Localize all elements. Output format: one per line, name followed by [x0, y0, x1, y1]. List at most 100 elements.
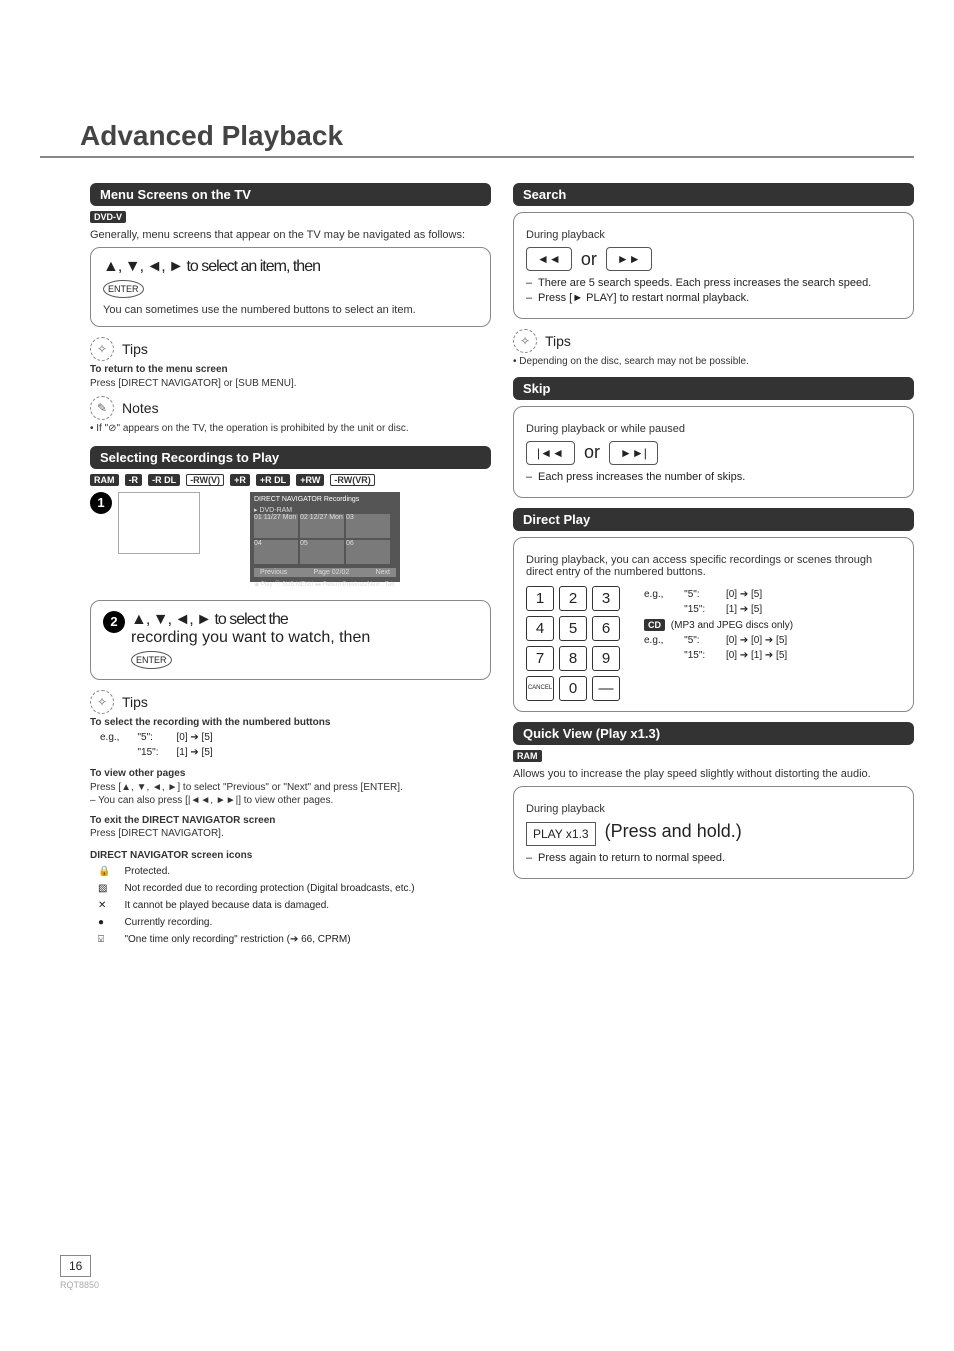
tips-icon: ✧: [90, 690, 114, 714]
menu-intro: Generally, menu screens that appear on t…: [90, 229, 491, 241]
search-line2: Press [► PLAY] to restart normal playbac…: [526, 292, 901, 304]
page-number: 16: [60, 1255, 91, 1277]
onetime-icon: ⍌: [92, 932, 116, 947]
left-column: Menu Screens on the TV DVD-V Generally, …: [90, 183, 491, 949]
rec-cell: 03: [346, 514, 390, 538]
tips-return-b: Press [DIRECT NAVIGATOR] or [SUB MENU].: [90, 377, 491, 391]
tag: -RW(VR): [330, 474, 374, 486]
tips-exit-b: Press [DIRECT NAVIGATOR].: [90, 827, 491, 841]
dvdv-chip: DVD-V: [90, 211, 126, 223]
qv-intro: Allows you to increase the play speed sl…: [513, 768, 914, 780]
qv-press-hold: (Press and hold.): [605, 821, 742, 841]
qv-line1: Press again to return to normal speed.: [526, 852, 901, 864]
qv-box: During playback PLAY x1.3 (Press and hol…: [513, 786, 914, 879]
step1-box: ▲, ▼, ◄, ► to select an item, then ENTER…: [90, 247, 491, 327]
skip-line1: Each press increases the number of skips…: [526, 471, 901, 483]
enter-icon: ENTER: [103, 280, 144, 298]
ram-chip: RAM: [513, 750, 542, 762]
tag: -RW(V): [186, 474, 224, 486]
arrow-icons: ▲, ▼, ◄, ► to select an item, then: [103, 258, 320, 276]
rec-cell: 04: [254, 540, 298, 564]
or-label: or: [584, 442, 600, 463]
direct-box: During playback, you can access specific…: [513, 537, 914, 712]
tips-exit-h: To exit the DIRECT NAVIGATOR screen: [90, 814, 491, 828]
key-1[interactable]: 1: [526, 586, 554, 611]
notes-icon: ✎: [90, 396, 114, 420]
key-5[interactable]: 5: [559, 616, 587, 641]
disc-tags: RAM -R -R DL -RW(V) +R +R DL +RW -RW(VR): [90, 474, 491, 486]
step-2-badge: 2: [103, 611, 125, 633]
tips-label: Tips: [122, 341, 148, 357]
tag: +R: [230, 474, 250, 486]
tips-pages-b2: – You can also press [|◄◄, ►►|] to view …: [90, 794, 491, 808]
lock-icon: 🔒: [92, 864, 116, 879]
step2-l1: ▲, ▼, ◄, ► to select the: [131, 611, 288, 629]
navigator-screen: DIRECT NAVIGATOR Recordings ▸ DVD-RAM 01…: [250, 492, 400, 582]
key-7[interactable]: 7: [526, 646, 554, 671]
rec-cell: 02 12/27 Mon: [300, 514, 344, 538]
page-code: RQT8850: [60, 1280, 99, 1290]
key-4[interactable]: 4: [526, 616, 554, 641]
tips-icon: ✧: [513, 329, 537, 353]
tips-icon: ✧: [90, 337, 114, 361]
skip-box: During playback or while paused |◄◄ or ►…: [513, 406, 914, 498]
key-3[interactable]: 3: [592, 586, 620, 611]
key-2[interactable]: 2: [559, 586, 587, 611]
eg-table: e.g.,"5":[0] ➔ [5] "15":[1] ➔ [5]: [90, 729, 223, 761]
search-header: Search: [513, 183, 914, 206]
enter-icon: ENTER: [131, 651, 172, 669]
title-rule: [40, 156, 914, 158]
tips-return-h: To return to the menu screen: [90, 363, 491, 377]
cd-chip: CD: [644, 619, 665, 631]
right-column: Search During playback ◄◄ or ►► There ar…: [513, 183, 914, 949]
recording-icon: ●: [92, 915, 116, 930]
step2-box: 2 ▲, ▼, ◄, ► to select the recording you…: [90, 600, 491, 680]
tag: -R: [125, 474, 143, 486]
play-x13-button[interactable]: PLAY x1.3: [526, 822, 596, 846]
remote-thumb: [118, 492, 200, 554]
selecting-header: Selecting Recordings to Play: [90, 446, 491, 469]
or-label: or: [581, 249, 597, 270]
tips-pages-h: To view other pages: [90, 767, 491, 781]
direct-eg-table: e.g.,"5":[0] ➔ [5] "15":[1] ➔ [5] CD (MP…: [634, 586, 803, 664]
tips-pages-b1: Press [▲, ▼, ◄, ►] to select "Previous" …: [90, 781, 491, 795]
skip-fwd-icon[interactable]: ►►|: [609, 441, 658, 465]
icons-header: DIRECT NAVIGATOR screen icons: [90, 849, 491, 863]
step-1-badge: 1: [90, 492, 112, 514]
direct-intro: During playback, you can access specific…: [526, 554, 901, 578]
rec-cell: 05: [300, 540, 344, 564]
quickview-header: Quick View (Play x1.3): [513, 722, 914, 745]
skip-back-icon[interactable]: |◄◄: [526, 441, 575, 465]
keypad: 1 2 3 4 5 6 7 8 9 CANCEL 0 —: [526, 586, 620, 701]
direct-header: Direct Play: [513, 508, 914, 531]
tag: +RW: [296, 474, 324, 486]
search-during: During playback: [526, 229, 901, 241]
rewind-icon[interactable]: ◄◄: [526, 247, 572, 271]
key-0[interactable]: 0: [559, 676, 587, 701]
skip-during: During playback or while paused: [526, 423, 901, 435]
rec-cell: 06: [346, 540, 390, 564]
forward-icon[interactable]: ►►: [606, 247, 652, 271]
rec-cell: 01 11/27 Mon: [254, 514, 298, 538]
page-title: Advanced Playback: [80, 120, 914, 152]
tips-label: Tips: [545, 333, 571, 349]
qv-during: During playback: [526, 803, 901, 815]
step2-l2: recording you want to watch, then: [131, 629, 370, 647]
menu-screens-header: Menu Screens on the TV: [90, 183, 491, 206]
skip-header: Skip: [513, 377, 914, 400]
search-box: During playback ◄◄ or ►► There are 5 sea…: [513, 212, 914, 319]
tag: -R DL: [148, 474, 180, 486]
notes-label: Notes: [122, 400, 159, 416]
note-prohibited: • If "⊘" appears on the TV, the operatio…: [90, 422, 491, 436]
tips-numbered-h: To select the recording with the numbere…: [90, 716, 491, 730]
tag: +R DL: [256, 474, 290, 486]
key-blank: —: [592, 676, 620, 701]
page-footer: 16 RQT8850: [60, 1255, 99, 1291]
key-6[interactable]: 6: [592, 616, 620, 641]
tips-label: Tips: [122, 694, 148, 710]
key-9[interactable]: 9: [592, 646, 620, 671]
icons-table: 🔒Protected. ▨Not recorded due to recordi…: [90, 862, 423, 949]
tag: RAM: [90, 474, 119, 486]
key-cancel[interactable]: CANCEL: [526, 676, 554, 701]
key-8[interactable]: 8: [559, 646, 587, 671]
